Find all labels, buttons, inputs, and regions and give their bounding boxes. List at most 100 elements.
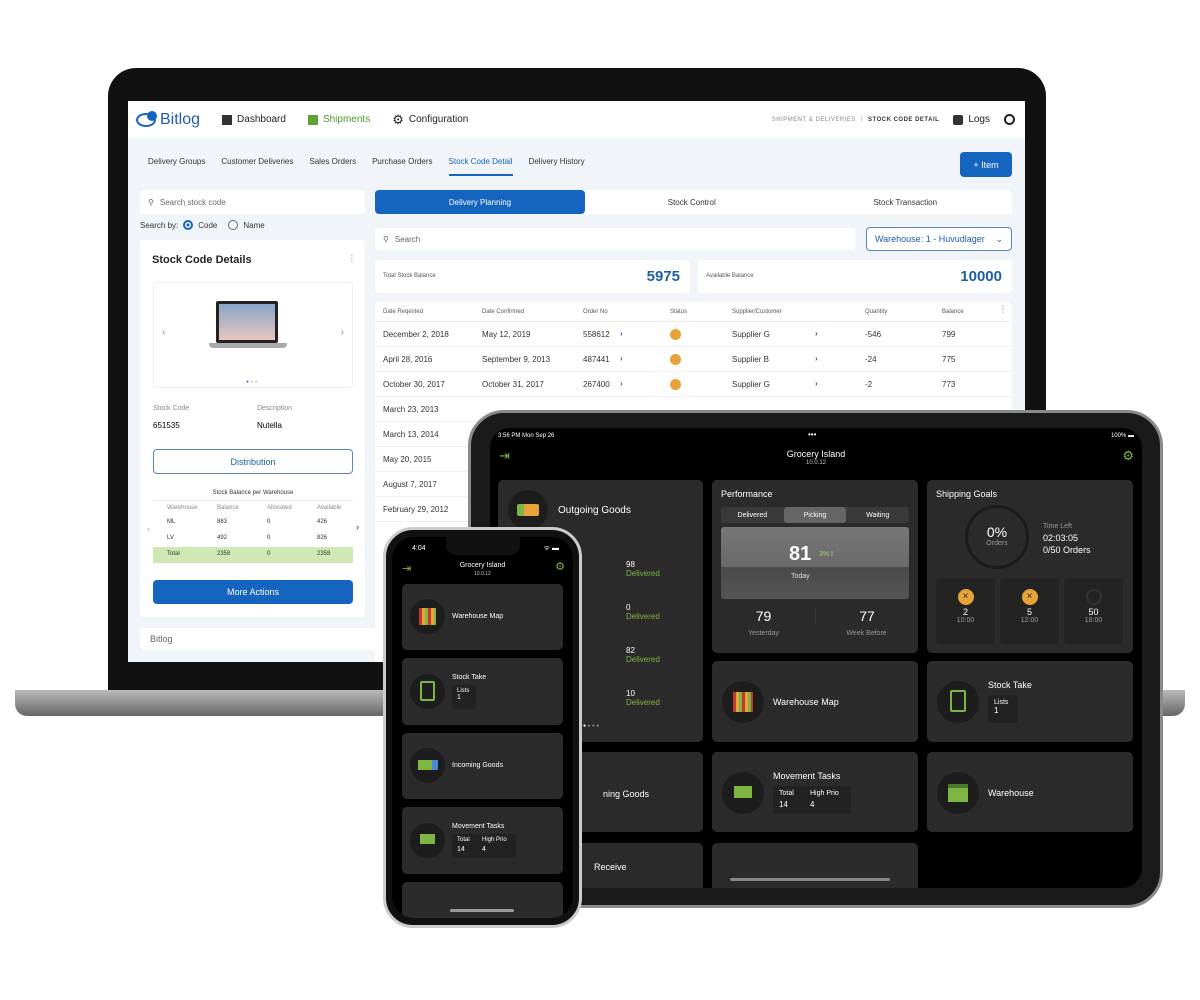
total-label: Total [779,790,794,797]
tab-purchase-orders[interactable]: Purchase Orders [372,157,432,176]
tab-delivery-history[interactable]: Delivery History [529,157,585,176]
app-version: 10.0.12 [805,460,827,466]
table-row[interactable]: October 30, 2017 October 31, 2017 267400 › S… [375,372,1012,397]
total-value: 14 [779,800,788,809]
carousel-prev-icon[interactable]: ‹ [162,327,165,338]
incoming-goods-card[interactable]: Incoming Goods [402,733,563,799]
outgoing-stat: 82 Delivered [626,646,660,664]
prio-label: High Prio [482,837,507,843]
search-input[interactable]: ⚲ Search [375,228,855,250]
time-left: 02:03:05 [1043,533,1079,543]
movement-title: Movement Tasks [452,823,505,830]
settings-gear-icon[interactable]: ⚙ [1122,448,1134,464]
tab-customer-deliveries[interactable]: Customer Deliveries [221,157,293,176]
table-row[interactable]: December 2, 2018 May 12, 2019 558612 › Suppl… [375,322,1012,347]
nav-shipments[interactable]: Shipments [307,114,370,125]
table-row[interactable]: April 28, 2016 September 9, 2013 487441 › Su… [375,347,1012,372]
multitask-dots-icon[interactable]: ••• [808,430,816,439]
movement-tasks-card[interactable]: Movement Tasks Total 14 High Prio 4 [402,807,563,874]
balance: 773 [942,380,956,389]
performance-tabs: Delivered Picking Waiting [721,507,909,523]
subtab-stock-control[interactable]: Stock Control [585,190,799,214]
nav-dashboard[interactable]: Dashboard [222,114,286,125]
today-label: Today [791,573,810,580]
order-chevron-icon[interactable]: › [620,379,623,388]
clipboard-icon [410,674,445,709]
tab-stock-code-detail[interactable]: Stock Code Detail [448,157,513,176]
subtab-stock-transaction[interactable]: Stock Transaction [799,190,1013,214]
available-balance: Available Balance 10000 [698,260,1012,293]
carousel-next-icon[interactable]: › [341,327,344,338]
phone-screen: 4:04 ᯤ ▬ ⇥ Grocery Island 10.0.12 ⚙ Ware… [392,537,573,918]
tablet-screen: 3:56 PM Mon Sep 26 ••• 100% ▬ ⇥ Grocery … [490,428,1142,888]
order-chevron-icon[interactable]: › [620,329,623,338]
warehouse-map-card[interactable]: Warehouse Map [712,661,918,742]
outgoing-stat: 0 Delivered [626,603,660,621]
status-pending-icon [670,379,681,390]
filter-icon[interactable]: ⫶ [351,254,354,265]
date-requested: March 13, 2014 [383,430,439,439]
radio-code[interactable] [183,220,194,230]
nav-configuration[interactable]: ⚙ Configuration [392,112,468,128]
lists-value: 1 [457,694,461,701]
date-confirmed: September 9, 2013 [482,355,551,364]
subtabs: Delivery Planning Stock Control Stock Tr… [375,190,1012,214]
supplier-chevron-icon[interactable]: › [815,354,818,363]
warehouse-map-card[interactable]: Warehouse Map [402,584,563,650]
balance-prev-icon[interactable]: ‹ [147,524,150,534]
supplier-chevron-icon[interactable]: › [815,329,818,338]
stock-code-search[interactable]: ⚲ Search stock code [140,190,365,214]
more-actions-button[interactable]: More Actions [153,580,353,604]
stock-code-value: 651535 [153,421,180,430]
movement-stats: Total 14 High Prio 4 [773,786,851,814]
distribution-button[interactable]: Distribution [153,449,353,474]
footer-logo: Bitlog [140,628,375,650]
logs-button[interactable]: Logs [953,114,990,125]
search-icon: ⚲ [148,197,154,207]
balance-next-icon[interactable]: › [356,522,359,532]
tab-delivery-groups[interactable]: Delivery Groups [148,157,205,176]
date-confirmed: May 12, 2019 [482,330,531,339]
prio-value: 4 [810,800,815,809]
tab-sales-orders[interactable]: Sales Orders [309,157,356,176]
stock-take-card[interactable]: Stock Take Lists 1 [927,661,1133,742]
available-label: Available Balance [706,273,754,279]
radio-name[interactable] [228,220,239,230]
stock-take-card[interactable]: Stock Take Lists 1 [402,658,563,725]
yesterday-value: 79 [755,608,772,624]
movement-tasks-card[interactable]: Movement Tasks Total 14 High Prio 4 [712,752,918,832]
tab-delivered[interactable]: Delivered [721,507,784,523]
bitlog-logo[interactable]: Bitlog [136,110,200,129]
date-confirmed: October 31, 2017 [482,380,544,389]
balance-cell: 0 [267,551,271,557]
delta: 3%⇧ [819,551,835,558]
gear-icon: ⚙ [392,111,404,127]
status-time: 4:04 [412,545,426,552]
app-title: Grocery Island [786,449,846,459]
more-card[interactable] [402,882,563,918]
user-avatar-icon[interactable] [1004,114,1015,125]
archive-icon [953,114,964,125]
more-card[interactable] [712,843,918,888]
week-value: 77 [815,608,918,624]
available-value: 10000 [960,268,1002,285]
tab-picking[interactable]: Picking [783,507,847,523]
warehouse-card[interactable]: Warehouse [927,752,1133,832]
lists-label: Lists [994,699,1009,706]
settings-gear-icon[interactable]: ⚙ [555,560,565,573]
add-item-button[interactable]: + Item [960,152,1012,177]
balance-row: ML 883 0 426 [153,515,353,531]
supplier-chevron-icon[interactable]: › [815,379,818,388]
tab-waiting[interactable]: Waiting [846,507,909,523]
order-chevron-icon[interactable]: › [620,354,623,363]
quantity: -546 [865,330,882,339]
lists-stat: Lists 1 [452,685,476,709]
movement-stats: Total 14 High Prio 4 [452,834,516,858]
subtab-delivery-planning[interactable]: Delivery Planning [375,190,585,214]
supplier: Supplier G [732,380,770,389]
warehouse-select[interactable]: Warehouse: 1 - Huvudlager ⌄ [866,227,1012,251]
app-title: Grocery Island [459,562,506,569]
stat-value: 82 [626,646,635,655]
description-value: Nutella [257,421,282,430]
column-settings-icon[interactable]: ⫶ [1002,305,1005,316]
